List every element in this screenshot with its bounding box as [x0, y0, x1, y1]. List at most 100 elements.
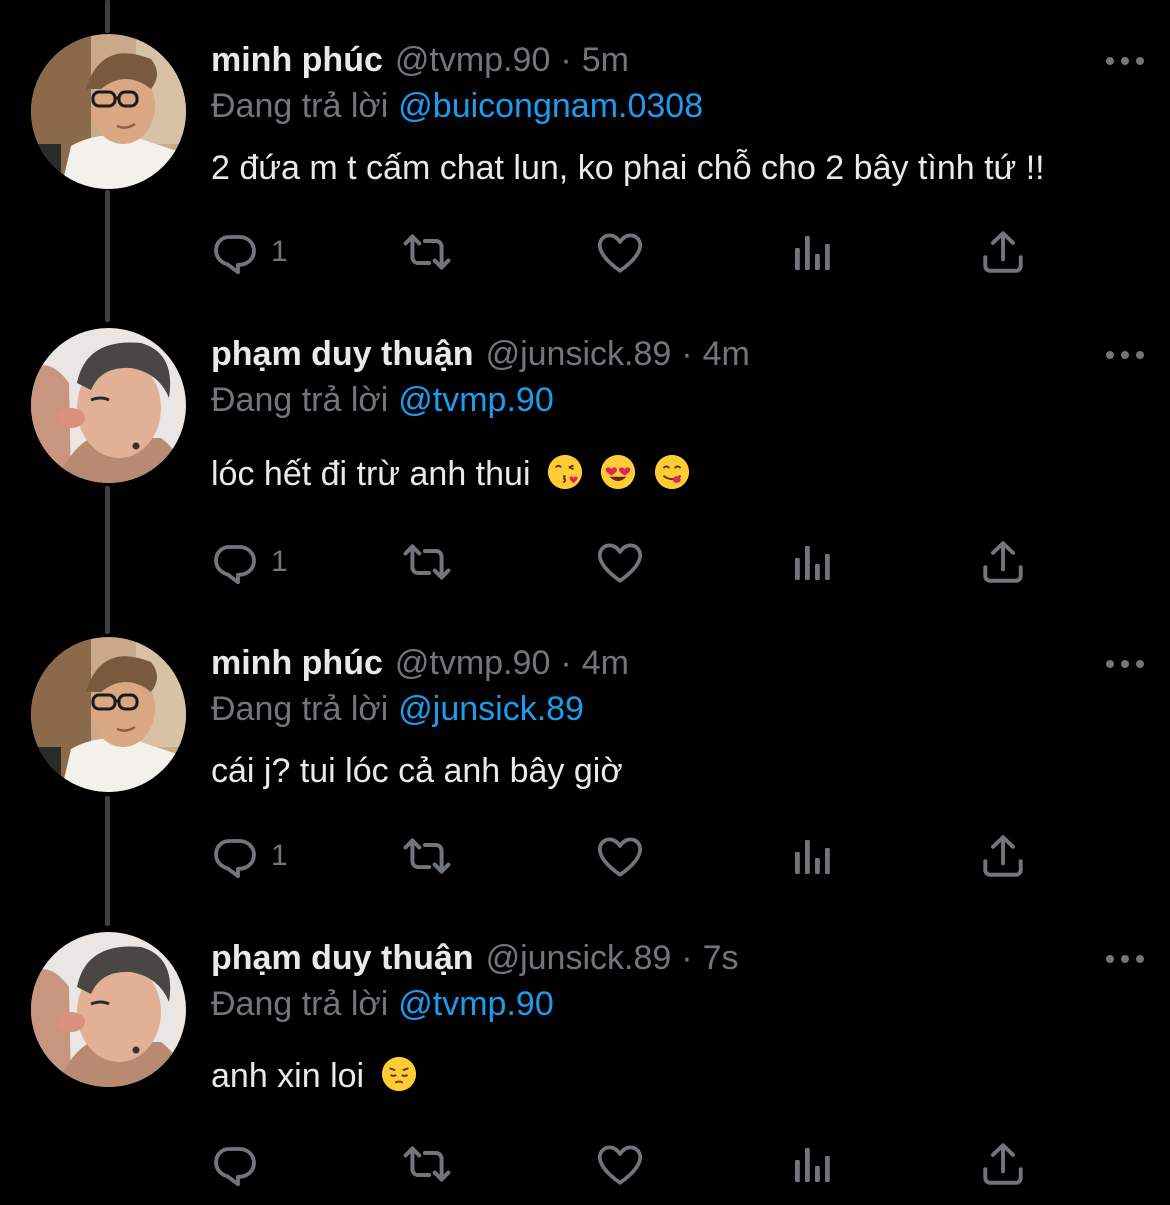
author-name[interactable]: phạm duy thuận — [211, 332, 474, 376]
more-options-icon[interactable] — [1106, 649, 1144, 679]
author-handle[interactable]: @tvmp.90 — [395, 38, 550, 82]
tweet-actions: 1 — [211, 831, 1051, 881]
replying-label: Đang trả lời — [211, 87, 389, 125]
reply-mention-link[interactable]: @buicongnam.0308 — [398, 87, 703, 125]
reply-icon — [211, 538, 259, 586]
views-icon — [789, 832, 837, 880]
timestamp[interactable]: 4m — [703, 332, 750, 376]
views-button[interactable] — [789, 227, 837, 277]
thread-connector-line — [105, 796, 110, 926]
reply-count: 1 — [271, 839, 288, 872]
reply-mention-link[interactable]: @tvmp.90 — [398, 985, 553, 1023]
heart-icon — [595, 1139, 645, 1189]
thread-connector-line — [105, 0, 110, 33]
replying-to: Đang trả lời @tvmp.90 — [211, 378, 554, 422]
retweet-icon — [399, 537, 455, 587]
author-name[interactable]: phạm duy thuận — [211, 936, 474, 980]
share-icon — [978, 831, 1028, 881]
avatar[interactable] — [31, 328, 186, 483]
like-button[interactable] — [595, 831, 645, 881]
reply-button[interactable]: 1 — [211, 537, 288, 587]
reply-button[interactable] — [211, 1139, 271, 1189]
tweet-actions: 1 — [211, 537, 1051, 587]
tweet-text: lóc hết đi trừ anh thui — [211, 455, 531, 493]
tweet-actions — [211, 1139, 1051, 1189]
separator-dot: · — [560, 41, 572, 79]
avatar[interactable] — [31, 637, 186, 792]
separator-dot: · — [560, 644, 572, 682]
heart-icon — [595, 537, 645, 587]
author-name[interactable]: minh phúc — [211, 641, 383, 685]
replying-to: Đang trả lời @junsick.89 — [211, 687, 584, 731]
author-handle[interactable]: @tvmp.90 — [395, 641, 550, 685]
retweet-icon — [399, 831, 455, 881]
avatar[interactable] — [31, 932, 186, 1087]
tweet-text-line: anh xin loi — [211, 1054, 418, 1098]
views-icon — [789, 538, 837, 586]
reply-mention-link[interactable]: @junsick.89 — [398, 690, 584, 728]
thread-connector-line — [105, 486, 110, 634]
author-handle[interactable]: @junsick.89 — [486, 936, 672, 980]
replying-to: Đang trả lời @tvmp.90 — [211, 982, 554, 1026]
like-button[interactable] — [595, 227, 645, 277]
heart-icon — [595, 831, 645, 881]
share-button[interactable] — [978, 831, 1028, 881]
share-button[interactable] — [978, 537, 1028, 587]
heart-eyes-emoji — [599, 453, 637, 491]
replying-to: Đang trả lời @buicongnam.0308 — [211, 84, 703, 128]
retweet-button[interactable] — [399, 227, 455, 277]
tweet-header: minh phúc @tvmp.90 · 5m — [211, 38, 629, 82]
face-blowing-kiss-emoji — [546, 453, 584, 491]
share-button[interactable] — [978, 227, 1028, 277]
retweet-icon — [399, 227, 455, 277]
share-icon — [978, 1139, 1028, 1189]
timestamp[interactable]: 4m — [582, 641, 629, 685]
timestamp[interactable]: 5m — [582, 38, 629, 82]
tweet-text: cái j? tui lóc cả anh bây giờ — [211, 752, 623, 790]
views-icon — [789, 1140, 837, 1188]
thread-connector-line — [105, 190, 110, 322]
more-options-icon[interactable] — [1106, 944, 1144, 974]
more-options-icon[interactable] — [1106, 46, 1144, 76]
views-button[interactable] — [789, 1139, 837, 1189]
yum-face-emoji — [653, 453, 691, 491]
views-icon — [789, 228, 837, 276]
heart-icon — [595, 227, 645, 277]
reply-count: 1 — [271, 545, 288, 578]
tweet-text: anh xin loi — [211, 1057, 365, 1095]
reply-button[interactable]: 1 — [211, 227, 288, 277]
author-name[interactable]: minh phúc — [211, 38, 383, 82]
timestamp[interactable]: 7s — [703, 936, 739, 980]
tweet-header: minh phúc @tvmp.90 · 4m — [211, 641, 629, 685]
views-button[interactable] — [789, 831, 837, 881]
retweet-button[interactable] — [399, 537, 455, 587]
like-button[interactable] — [595, 537, 645, 587]
tweet-text: 2 đứa m t cấm chat lun, ko phai chỗ cho … — [211, 149, 1045, 187]
reply-count: 1 — [271, 235, 288, 268]
tweet-text-line: lóc hết đi trừ anh thui — [211, 452, 691, 496]
retweet-button[interactable] — [399, 831, 455, 881]
views-button[interactable] — [789, 537, 837, 587]
reply-mention-link[interactable]: @tvmp.90 — [398, 381, 553, 419]
pensive-face-emoji — [380, 1055, 418, 1093]
avatar[interactable] — [31, 34, 186, 189]
retweet-button[interactable] — [399, 1139, 455, 1189]
reply-icon — [211, 1140, 259, 1188]
share-button[interactable] — [978, 1139, 1028, 1189]
share-icon — [978, 537, 1028, 587]
replying-label: Đang trả lời — [211, 985, 389, 1023]
reply-icon — [211, 832, 259, 880]
like-button[interactable] — [595, 1139, 645, 1189]
separator-dot: · — [681, 939, 693, 977]
reply-button[interactable]: 1 — [211, 831, 288, 881]
tweet-actions: 1 — [211, 227, 1051, 277]
reply-icon — [211, 228, 259, 276]
tweet-header: phạm duy thuận @junsick.89 · 4m — [211, 332, 750, 376]
share-icon — [978, 227, 1028, 277]
replying-label: Đang trả lời — [211, 690, 389, 728]
tweet-header: phạm duy thuận @junsick.89 · 7s — [211, 936, 739, 980]
author-handle[interactable]: @junsick.89 — [486, 332, 672, 376]
replying-label: Đang trả lời — [211, 381, 389, 419]
separator-dot: · — [681, 335, 693, 373]
more-options-icon[interactable] — [1106, 340, 1144, 370]
